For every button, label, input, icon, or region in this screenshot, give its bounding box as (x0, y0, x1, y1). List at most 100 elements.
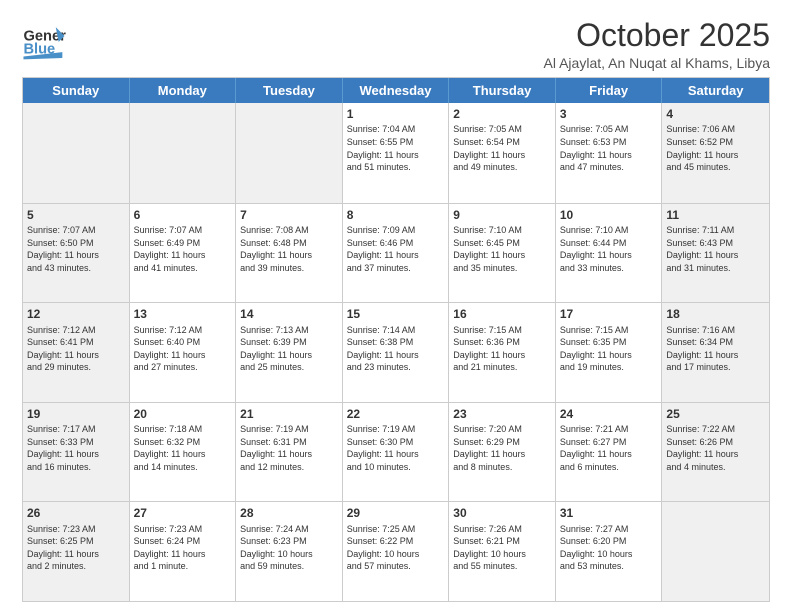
day-number: 16 (453, 306, 551, 322)
day-number: 13 (134, 306, 232, 322)
day-number: 4 (666, 106, 765, 122)
cell-info: Sunrise: 7:17 AM Sunset: 6:33 PM Dayligh… (27, 423, 125, 473)
cell-info: Sunrise: 7:26 AM Sunset: 6:21 PM Dayligh… (453, 523, 551, 573)
day-of-week-thursday: Thursday (449, 78, 556, 103)
cell-info: Sunrise: 7:08 AM Sunset: 6:48 PM Dayligh… (240, 224, 338, 274)
title-section: October 2025 Al Ajaylat, An Nuqat al Kha… (544, 18, 770, 71)
calendar-row: 5Sunrise: 7:07 AM Sunset: 6:50 PM Daylig… (23, 203, 769, 303)
day-number: 12 (27, 306, 125, 322)
calendar-cell: 16 Sunrise: 7:15 AM Sunset: 6:36 PM Dayli… (449, 303, 556, 402)
day-number: 3 (560, 106, 658, 122)
day-number: 2 (453, 106, 551, 122)
calendar-cell: 4Sunrise: 7:06 AM Sunset: 6:52 PM Daylig… (662, 103, 769, 203)
calendar-cell: 7Sunrise: 7:08 AM Sunset: 6:48 PM Daylig… (236, 204, 343, 303)
day-number: 14 (240, 306, 338, 322)
page: General Blue October 2025 Al Ajaylat, An… (0, 0, 792, 612)
calendar-cell: 2Sunrise: 7:05 AM Sunset: 6:54 PM Daylig… (449, 103, 556, 203)
day-number: 25 (666, 406, 765, 422)
cell-info: Sunrise: 7:10 AM Sunset: 6:44 PM Dayligh… (560, 224, 658, 274)
cell-info: Sunrise: 7:22 AM Sunset: 6:26 PM Dayligh… (666, 423, 765, 473)
calendar-cell: 11Sunrise: 7:11 AM Sunset: 6:43 PM Dayli… (662, 204, 769, 303)
calendar-cell: 12 Sunrise: 7:12 AM Sunset: 6:41 PM Dayli… (23, 303, 130, 402)
calendar-cell: 26 Sunrise: 7:23 AM Sunset: 6:25 PM Dayli… (23, 502, 130, 601)
day-number: 31 (560, 505, 658, 521)
day-number: 6 (134, 207, 232, 223)
cell-info: Sunrise: 7:24 AM Sunset: 6:23 PM Dayligh… (240, 523, 338, 573)
day-of-week-tuesday: Tuesday (236, 78, 343, 103)
calendar-cell: 6Sunrise: 7:07 AM Sunset: 6:49 PM Daylig… (130, 204, 237, 303)
cell-info: Sunrise: 7:15 AM Sunset: 6:36 PM Dayligh… (453, 324, 551, 374)
location-title: Al Ajaylat, An Nuqat al Khams, Libya (544, 55, 770, 71)
calendar-cell: 13 Sunrise: 7:12 AM Sunset: 6:40 PM Dayli… (130, 303, 237, 402)
cell-info: Sunrise: 7:19 AM Sunset: 6:30 PM Dayligh… (347, 423, 445, 473)
cell-info: Sunrise: 7:23 AM Sunset: 6:25 PM Dayligh… (27, 523, 125, 573)
cell-info: Sunrise: 7:12 AM Sunset: 6:41 PM Dayligh… (27, 324, 125, 374)
day-number: 24 (560, 406, 658, 422)
calendar-row: 1Sunrise: 7:04 AM Sunset: 6:55 PM Daylig… (23, 103, 769, 203)
cell-info: Sunrise: 7:05 AM Sunset: 6:54 PM Dayligh… (453, 123, 551, 173)
logo: General Blue (22, 18, 66, 62)
day-of-week-friday: Friday (556, 78, 663, 103)
day-number: 1 (347, 106, 445, 122)
cell-info: Sunrise: 7:10 AM Sunset: 6:45 PM Dayligh… (453, 224, 551, 274)
calendar-cell: 22Sunrise: 7:19 AM Sunset: 6:30 PM Dayli… (343, 403, 450, 502)
day-number: 15 (347, 306, 445, 322)
day-number: 8 (347, 207, 445, 223)
header: General Blue October 2025 Al Ajaylat, An… (22, 18, 770, 71)
cell-info: Sunrise: 7:07 AM Sunset: 6:50 PM Dayligh… (27, 224, 125, 274)
cell-info: Sunrise: 7:19 AM Sunset: 6:31 PM Dayligh… (240, 423, 338, 473)
calendar-cell: 30Sunrise: 7:26 AM Sunset: 6:21 PM Dayli… (449, 502, 556, 601)
calendar-cell: 5Sunrise: 7:07 AM Sunset: 6:50 PM Daylig… (23, 204, 130, 303)
cell-info: Sunrise: 7:04 AM Sunset: 6:55 PM Dayligh… (347, 123, 445, 173)
cell-info: Sunrise: 7:09 AM Sunset: 6:46 PM Dayligh… (347, 224, 445, 274)
calendar-cell: 9Sunrise: 7:10 AM Sunset: 6:45 PM Daylig… (449, 204, 556, 303)
calendar-cell: 17 Sunrise: 7:15 AM Sunset: 6:35 PM Dayli… (556, 303, 663, 402)
cell-info: Sunrise: 7:05 AM Sunset: 6:53 PM Dayligh… (560, 123, 658, 173)
day-number: 22 (347, 406, 445, 422)
cell-info: Sunrise: 7:11 AM Sunset: 6:43 PM Dayligh… (666, 224, 765, 274)
day-number: 26 (27, 505, 125, 521)
calendar-cell (236, 103, 343, 203)
day-number: 28 (240, 505, 338, 521)
calendar-cell: 21Sunrise: 7:19 AM Sunset: 6:31 PM Dayli… (236, 403, 343, 502)
day-number: 23 (453, 406, 551, 422)
calendar-cell: 1Sunrise: 7:04 AM Sunset: 6:55 PM Daylig… (343, 103, 450, 203)
calendar-body: 1Sunrise: 7:04 AM Sunset: 6:55 PM Daylig… (23, 103, 769, 601)
calendar-cell: 8Sunrise: 7:09 AM Sunset: 6:46 PM Daylig… (343, 204, 450, 303)
calendar-cell: 28 Sunrise: 7:24 AM Sunset: 6:23 PM Dayli… (236, 502, 343, 601)
day-number: 17 (560, 306, 658, 322)
day-number: 7 (240, 207, 338, 223)
calendar-cell (130, 103, 237, 203)
cell-info: Sunrise: 7:25 AM Sunset: 6:22 PM Dayligh… (347, 523, 445, 573)
day-of-week-wednesday: Wednesday (343, 78, 450, 103)
day-number: 18 (666, 306, 765, 322)
calendar-cell: 10Sunrise: 7:10 AM Sunset: 6:44 PM Dayli… (556, 204, 663, 303)
cell-info: Sunrise: 7:27 AM Sunset: 6:20 PM Dayligh… (560, 523, 658, 573)
month-title: October 2025 (544, 18, 770, 53)
cell-info: Sunrise: 7:18 AM Sunset: 6:32 PM Dayligh… (134, 423, 232, 473)
cell-info: Sunrise: 7:12 AM Sunset: 6:40 PM Dayligh… (134, 324, 232, 374)
day-of-week-monday: Monday (130, 78, 237, 103)
cell-info: Sunrise: 7:14 AM Sunset: 6:38 PM Dayligh… (347, 324, 445, 374)
cell-info: Sunrise: 7:13 AM Sunset: 6:39 PM Dayligh… (240, 324, 338, 374)
calendar-cell: 14 Sunrise: 7:13 AM Sunset: 6:39 PM Dayli… (236, 303, 343, 402)
calendar-row: 12 Sunrise: 7:12 AM Sunset: 6:41 PM Dayli… (23, 302, 769, 402)
calendar-cell: 31 Sunrise: 7:27 AM Sunset: 6:20 PM Dayli… (556, 502, 663, 601)
cell-info: Sunrise: 7:15 AM Sunset: 6:35 PM Dayligh… (560, 324, 658, 374)
cell-info: Sunrise: 7:07 AM Sunset: 6:49 PM Dayligh… (134, 224, 232, 274)
day-number: 11 (666, 207, 765, 223)
cell-info: Sunrise: 7:06 AM Sunset: 6:52 PM Dayligh… (666, 123, 765, 173)
day-of-week-sunday: Sunday (23, 78, 130, 103)
day-number: 27 (134, 505, 232, 521)
calendar: SundayMondayTuesdayWednesdayThursdayFrid… (22, 77, 770, 602)
calendar-cell: 18Sunrise: 7:16 AM Sunset: 6:34 PM Dayli… (662, 303, 769, 402)
calendar-row: 19Sunrise: 7:17 AM Sunset: 6:33 PM Dayli… (23, 402, 769, 502)
cell-info: Sunrise: 7:20 AM Sunset: 6:29 PM Dayligh… (453, 423, 551, 473)
day-number: 10 (560, 207, 658, 223)
day-number: 21 (240, 406, 338, 422)
calendar-cell: 23Sunrise: 7:20 AM Sunset: 6:29 PM Dayli… (449, 403, 556, 502)
calendar-row: 26 Sunrise: 7:23 AM Sunset: 6:25 PM Dayli… (23, 501, 769, 601)
calendar-cell: 15 Sunrise: 7:14 AM Sunset: 6:38 PM Dayli… (343, 303, 450, 402)
calendar-cell: 29Sunrise: 7:25 AM Sunset: 6:22 PM Dayli… (343, 502, 450, 601)
cell-info: Sunrise: 7:21 AM Sunset: 6:27 PM Dayligh… (560, 423, 658, 473)
